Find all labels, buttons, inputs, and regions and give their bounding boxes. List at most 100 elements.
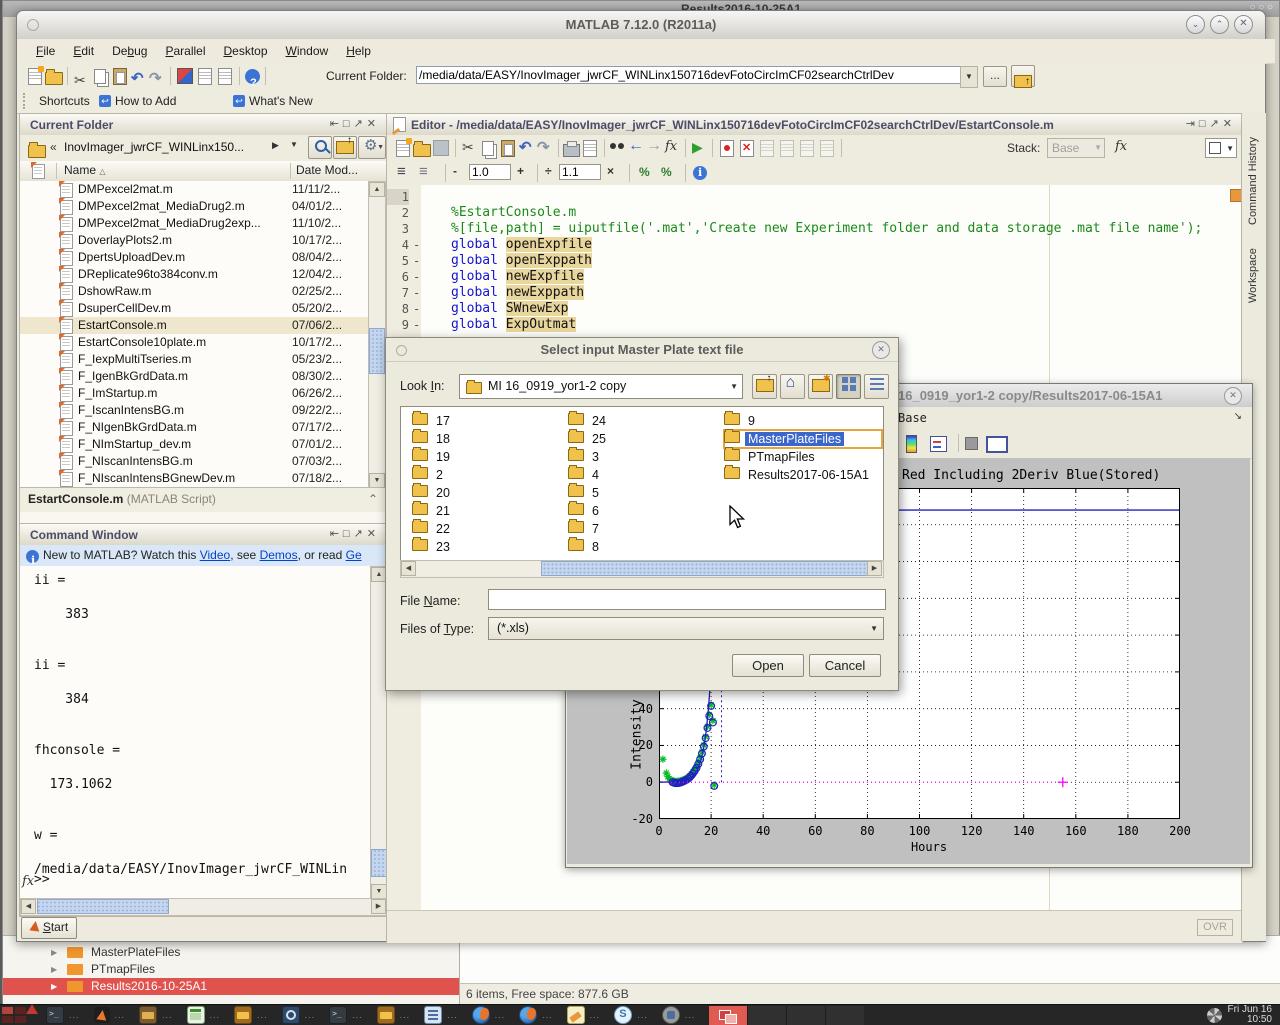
undo-icon[interactable] — [130, 67, 148, 85]
whats-new-icon[interactable]: ↩ — [233, 95, 245, 107]
code-line[interactable]: 2%EstartConsole.m — [387, 205, 1242, 221]
copy-icon[interactable] — [94, 69, 106, 84]
folder-item[interactable]: 17 — [412, 412, 562, 430]
uncomment-icon[interactable] — [659, 164, 677, 182]
folder-item[interactable]: 4 — [568, 466, 718, 484]
bp-x-icon[interactable] — [740, 140, 754, 157]
file-name-input[interactable] — [488, 589, 886, 610]
code-line[interactable]: 6-global newExpfile — [387, 269, 1242, 285]
menu-file[interactable]: File — [27, 39, 64, 63]
detail-collapse-icon[interactable]: ⌃ — [368, 492, 378, 506]
file-row[interactable]: DMPexcel2mat_MediaDrug2exp...11/10/2... — [20, 215, 368, 232]
file-row[interactable]: DMPexcel2mat_MediaDrug2.m04/01/2... — [20, 198, 368, 215]
step4-icon[interactable] — [820, 140, 834, 157]
close-panel-icon[interactable]: ✕ — [367, 528, 380, 540]
axes-icon[interactable] — [986, 436, 1008, 453]
divide-field[interactable] — [559, 164, 601, 180]
search-button[interactable] — [308, 136, 332, 159]
colorbar-icon[interactable] — [906, 435, 917, 453]
menu-help[interactable]: Help — [337, 39, 380, 63]
taskbar-item-spreadsheet[interactable]: ... — [187, 1006, 221, 1024]
legend-icon[interactable] — [930, 436, 947, 452]
name-column-header[interactable]: Name △ — [64, 163, 106, 177]
breakpoint-dash[interactable]: - — [413, 317, 420, 333]
folder-item[interactable]: 24 — [568, 412, 718, 430]
address-back-chevrons[interactable]: « — [50, 140, 57, 154]
taskbar-item-writer-document[interactable]: ... — [567, 1006, 601, 1024]
file-row[interactable]: EstartConsole10plate.m10/17/2... — [20, 334, 368, 351]
folder-item[interactable]: PTmapFiles — [724, 448, 882, 466]
font-minus-button[interactable]: - — [453, 164, 457, 178]
folder-list-hscrollbar[interactable]: ◀ ▶ — [400, 560, 884, 578]
taskbar-item-terminal-2[interactable]: ... — [329, 1006, 363, 1024]
maximize-button[interactable]: ⌃ — [1210, 15, 1229, 34]
home-button[interactable] — [780, 374, 805, 399]
copy-icon[interactable] — [482, 141, 494, 156]
close-button[interactable]: ✕ — [1234, 15, 1253, 34]
taskbar-item-firefox-1[interactable]: ... — [472, 1006, 506, 1024]
open-button[interactable]: Open — [732, 654, 804, 677]
command-window-hscrollbar[interactable]: ◀ ▶ — [20, 898, 388, 916]
look-in-combo[interactable]: MI 16_0919_yor1-2 copy ▼ — [459, 374, 743, 399]
list-view-button[interactable] — [864, 374, 889, 399]
file-row[interactable]: DoverlayPlots2.m10/17/2... — [20, 232, 368, 249]
file-row[interactable]: DshowRaw.m02/25/2... — [20, 283, 368, 300]
redo-icon[interactable] — [148, 67, 166, 85]
taskbar-item-blue-s-app[interactable]: ... — [614, 1006, 648, 1024]
forward-icon[interactable] — [645, 139, 663, 157]
close-panel-icon[interactable]: ✕ — [1223, 118, 1236, 130]
code-line[interactable]: 5-global openExppath — [387, 253, 1242, 269]
path-dropdown-button[interactable]: ▼ — [960, 66, 978, 88]
redo-icon[interactable] — [536, 139, 554, 157]
bg-tree-row[interactable]: ▶PTmapFiles — [3, 961, 459, 978]
folder-item[interactable]: 23 — [412, 538, 562, 556]
code-line[interactable]: 8-global SWnewExp — [387, 301, 1242, 317]
close-panel-icon[interactable]: ✕ — [367, 118, 380, 130]
taskbar-item-firefox-2[interactable]: ... — [519, 1006, 553, 1024]
how-to-add-link[interactable]: How to Add — [115, 89, 176, 113]
taskbar-item-terminal[interactable]: ... — [46, 1006, 80, 1024]
run-icon[interactable] — [690, 139, 708, 157]
cf-up-folder-button[interactable] — [333, 136, 357, 159]
folder-item[interactable]: 8 — [568, 538, 718, 556]
folder-list[interactable]: 171819220212223 2425345678 9MasterPlateF… — [400, 406, 884, 562]
folder-item[interactable]: 22 — [412, 520, 562, 538]
folder-item[interactable]: 2 — [412, 466, 562, 484]
taskbar-item-camera-app[interactable]: ... — [662, 1006, 696, 1024]
menu-desktop[interactable]: Desktop — [214, 39, 276, 63]
undo-icon[interactable] — [518, 139, 536, 157]
taskbar-item-matlab[interactable]: ... — [94, 1007, 126, 1023]
cut-icon[interactable] — [72, 67, 90, 85]
file-row[interactable]: DMPexcel2mat.m11/11/2... — [20, 181, 368, 198]
breakpoint-dash[interactable]: - — [413, 301, 420, 317]
taskbar-empty-slot[interactable] — [825, 1006, 864, 1025]
file-row[interactable]: F_ImStartup.m06/26/2... — [20, 385, 368, 402]
command-prompt[interactable]: >> — [34, 872, 50, 887]
font-size-field[interactable] — [469, 164, 511, 180]
taskbar-item-file-manager[interactable]: ... — [139, 1006, 173, 1024]
code-line[interactable]: 9-global ExpOutmat — [387, 317, 1242, 333]
browse-folder-button[interactable]: ... — [983, 66, 1007, 87]
open-folder-icon[interactable] — [413, 144, 431, 157]
menu-debug[interactable]: Debug — [103, 39, 156, 63]
maximize-panel-icon[interactable]: □ — [343, 118, 354, 130]
folder-item[interactable]: 5 — [568, 484, 718, 502]
file-row[interactable]: DsuperCellDev.m05/20/2... — [20, 300, 368, 317]
dock-left-icon[interactable]: ⇤ — [330, 118, 343, 130]
breakpoint-dash[interactable]: - — [413, 285, 420, 301]
taskbar-item-text-document[interactable]: ... — [424, 1006, 458, 1024]
file-row[interactable]: EstartConsole.m07/06/2... — [20, 317, 368, 334]
fx-help-icon[interactable] — [1113, 139, 1131, 157]
workspace-pager[interactable] — [2, 1006, 32, 1024]
print-icon[interactable] — [563, 144, 580, 157]
folder-item[interactable]: 3 — [568, 448, 718, 466]
maximize-panel-icon[interactable]: □ — [343, 528, 354, 540]
folder-item[interactable]: 7 — [568, 520, 718, 538]
cut-icon[interactable] — [460, 139, 478, 157]
address-dropdown-icon[interactable]: ▼ — [290, 140, 298, 149]
start-button[interactable]: Start — [21, 917, 77, 939]
details-icon[interactable] — [693, 166, 707, 180]
help-icon[interactable] — [245, 69, 260, 84]
dock-left-icon[interactable]: ⇤ — [330, 528, 343, 540]
step2-icon[interactable] — [780, 140, 794, 157]
